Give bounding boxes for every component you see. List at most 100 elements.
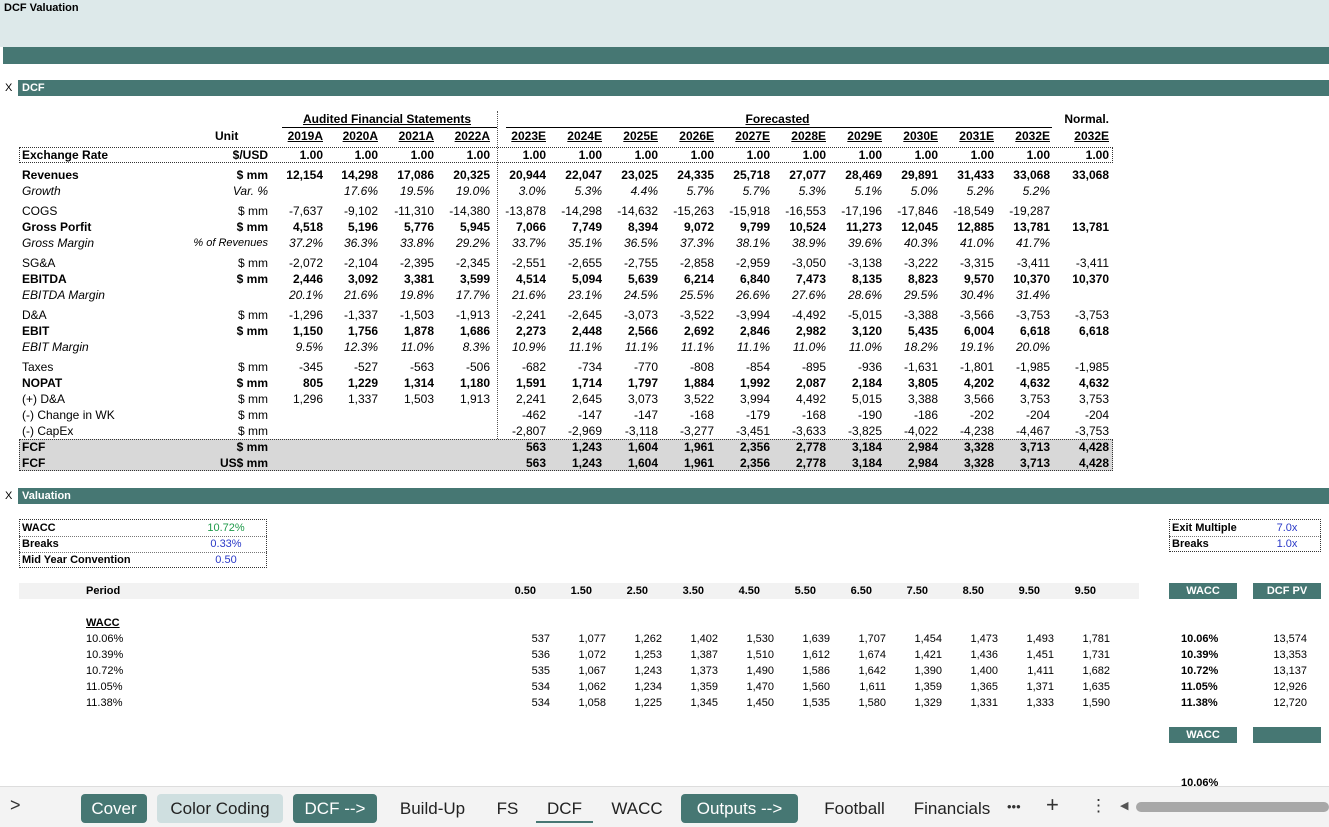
cell-rev[interactable]: 25,718 bbox=[710, 167, 770, 183]
cell-ebitda[interactable]: 2,446 bbox=[263, 271, 323, 287]
cell-sga[interactable]: -3,411 bbox=[1049, 255, 1109, 271]
cell-pda[interactable]: 1,296 bbox=[263, 391, 323, 407]
cell-cogs[interactable]: -17,846 bbox=[878, 203, 938, 219]
cell-tax[interactable]: -1,631 bbox=[878, 359, 938, 375]
cell-exrate[interactable]: 1.00 bbox=[822, 147, 882, 163]
cell-ebitda[interactable]: 3,599 bbox=[430, 271, 490, 287]
cell-fcf[interactable]: 4,428 bbox=[1049, 439, 1109, 455]
sens-value[interactable]: 1,333 bbox=[1004, 695, 1054, 711]
input-value[interactable]: 0.50 bbox=[190, 552, 262, 568]
cell-cogs[interactable]: -19,287 bbox=[990, 203, 1050, 219]
sens-value[interactable]: 1,234 bbox=[612, 679, 662, 695]
cell-cogs[interactable]: -17,196 bbox=[822, 203, 882, 219]
cell-growth[interactable]: 5.7% bbox=[654, 183, 714, 199]
cell-sga[interactable]: -2,104 bbox=[318, 255, 378, 271]
cell-exrate[interactable]: 1.00 bbox=[598, 147, 658, 163]
cell-sga[interactable]: -2,345 bbox=[430, 255, 490, 271]
cell-exrate[interactable]: 1.00 bbox=[934, 147, 994, 163]
cell-ebitda[interactable]: 5,639 bbox=[598, 271, 658, 287]
cell-tax[interactable]: -734 bbox=[542, 359, 602, 375]
cell-growth[interactable]: 3.0% bbox=[486, 183, 546, 199]
cell-gm[interactable]: 41.7% bbox=[990, 235, 1050, 251]
cell-pda[interactable]: 3,753 bbox=[990, 391, 1050, 407]
cell-tax[interactable]: -808 bbox=[654, 359, 714, 375]
sens-value[interactable]: 1,345 bbox=[668, 695, 718, 711]
cell-fcfusd[interactable]: 1,604 bbox=[598, 455, 658, 471]
sens-value[interactable]: 1,682 bbox=[1060, 663, 1110, 679]
sens-value[interactable]: 1,365 bbox=[948, 679, 998, 695]
cell-gm[interactable]: 36.3% bbox=[318, 235, 378, 251]
cell-ebitm[interactable]: 8.3% bbox=[430, 339, 490, 355]
sens-value[interactable]: 1,402 bbox=[668, 631, 718, 647]
sens-value[interactable]: 1,731 bbox=[1060, 647, 1110, 663]
cell-da[interactable]: -3,753 bbox=[1049, 307, 1109, 323]
dcfpv-value[interactable]: 12,926 bbox=[1253, 679, 1307, 695]
exit-input-value[interactable]: 1.0x bbox=[1256, 536, 1318, 552]
cell-fcf[interactable]: 3,713 bbox=[990, 439, 1050, 455]
cell-ebitm[interactable]: 10.9% bbox=[486, 339, 546, 355]
cell-fcfusd[interactable]: 3,713 bbox=[990, 455, 1050, 471]
sens-value[interactable]: 1,493 bbox=[1004, 631, 1054, 647]
cell-da[interactable]: -2,645 bbox=[542, 307, 602, 323]
cell-nopat[interactable]: 1,180 bbox=[430, 375, 490, 391]
cell-cogs[interactable]: -15,918 bbox=[710, 203, 770, 219]
cell-fcf[interactable]: 563 bbox=[486, 439, 546, 455]
cell-sga[interactable]: -2,395 bbox=[374, 255, 434, 271]
cell-gm[interactable]: 40.3% bbox=[878, 235, 938, 251]
cell-ebitda[interactable]: 5,094 bbox=[542, 271, 602, 287]
cell-gm[interactable]: 33.7% bbox=[486, 235, 546, 251]
cell-da[interactable]: -3,388 bbox=[878, 307, 938, 323]
more-tabs-icon[interactable]: ••• bbox=[1007, 799, 1021, 814]
sens-value[interactable]: 1,225 bbox=[612, 695, 662, 711]
cell-wk[interactable]: -190 bbox=[822, 407, 882, 423]
sens-value[interactable]: 1,473 bbox=[948, 631, 998, 647]
cell-fcf[interactable]: 2,984 bbox=[878, 439, 938, 455]
cell-da[interactable]: -1,337 bbox=[318, 307, 378, 323]
cell-nopat[interactable]: 805 bbox=[263, 375, 323, 391]
cell-cogs[interactable]: -15,263 bbox=[654, 203, 714, 219]
cell-tax[interactable]: -1,801 bbox=[934, 359, 994, 375]
cell-ebitda[interactable]: 9,570 bbox=[934, 271, 994, 287]
cell-pda[interactable]: 2,241 bbox=[486, 391, 546, 407]
cell-capex[interactable]: -4,238 bbox=[934, 423, 994, 439]
sens-value[interactable]: 1,390 bbox=[892, 663, 942, 679]
cell-da[interactable]: -4,492 bbox=[766, 307, 826, 323]
cell-gp[interactable]: 9,799 bbox=[710, 219, 770, 235]
cell-ebit[interactable]: 6,618 bbox=[990, 323, 1050, 339]
cell-sga[interactable]: -3,315 bbox=[934, 255, 994, 271]
cell-cogs[interactable]: -9,102 bbox=[318, 203, 378, 219]
cell-sga[interactable]: -2,072 bbox=[263, 255, 323, 271]
sens-value[interactable]: 1,436 bbox=[948, 647, 998, 663]
cell-ebitdam[interactable]: 28.6% bbox=[822, 287, 882, 303]
sens-value[interactable]: 1,411 bbox=[1004, 663, 1054, 679]
cell-da[interactable]: -3,753 bbox=[990, 307, 1050, 323]
cell-cogs[interactable]: -14,632 bbox=[598, 203, 658, 219]
cell-gp[interactable]: 5,196 bbox=[318, 219, 378, 235]
cell-tax[interactable]: -345 bbox=[263, 359, 323, 375]
cell-cogs[interactable]: -18,549 bbox=[934, 203, 994, 219]
sens-value[interactable]: 1,639 bbox=[780, 631, 830, 647]
tab-dcf[interactable]: DCF --> bbox=[293, 794, 377, 823]
cell-pda[interactable]: 3,522 bbox=[654, 391, 714, 407]
sens-value[interactable]: 1,331 bbox=[948, 695, 998, 711]
sens-value[interactable]: 1,635 bbox=[1060, 679, 1110, 695]
cell-fcfusd[interactable]: 2,778 bbox=[766, 455, 826, 471]
cell-sga[interactable]: -2,755 bbox=[598, 255, 658, 271]
sens-value[interactable]: 1,373 bbox=[668, 663, 718, 679]
cell-gp[interactable]: 7,066 bbox=[486, 219, 546, 235]
sens-value[interactable]: 1,642 bbox=[836, 663, 886, 679]
cell-ebitdam[interactable]: 21.6% bbox=[318, 287, 378, 303]
cell-ebitdam[interactable]: 25.5% bbox=[654, 287, 714, 303]
sens-value[interactable]: 1,611 bbox=[836, 679, 886, 695]
cell-wk[interactable]: -147 bbox=[598, 407, 658, 423]
cell-wk[interactable]: -462 bbox=[486, 407, 546, 423]
cell-gm[interactable]: 39.6% bbox=[822, 235, 882, 251]
cell-pda[interactable]: 2,645 bbox=[542, 391, 602, 407]
cell-exrate[interactable]: 1.00 bbox=[430, 147, 490, 163]
cell-ebitda[interactable]: 8,135 bbox=[822, 271, 882, 287]
cell-pda[interactable]: 3,566 bbox=[934, 391, 994, 407]
cell-exrate[interactable]: 1.00 bbox=[318, 147, 378, 163]
cell-gp[interactable]: 4,518 bbox=[263, 219, 323, 235]
input-value[interactable]: 0.33% bbox=[190, 536, 262, 552]
cell-ebitda[interactable]: 8,823 bbox=[878, 271, 938, 287]
